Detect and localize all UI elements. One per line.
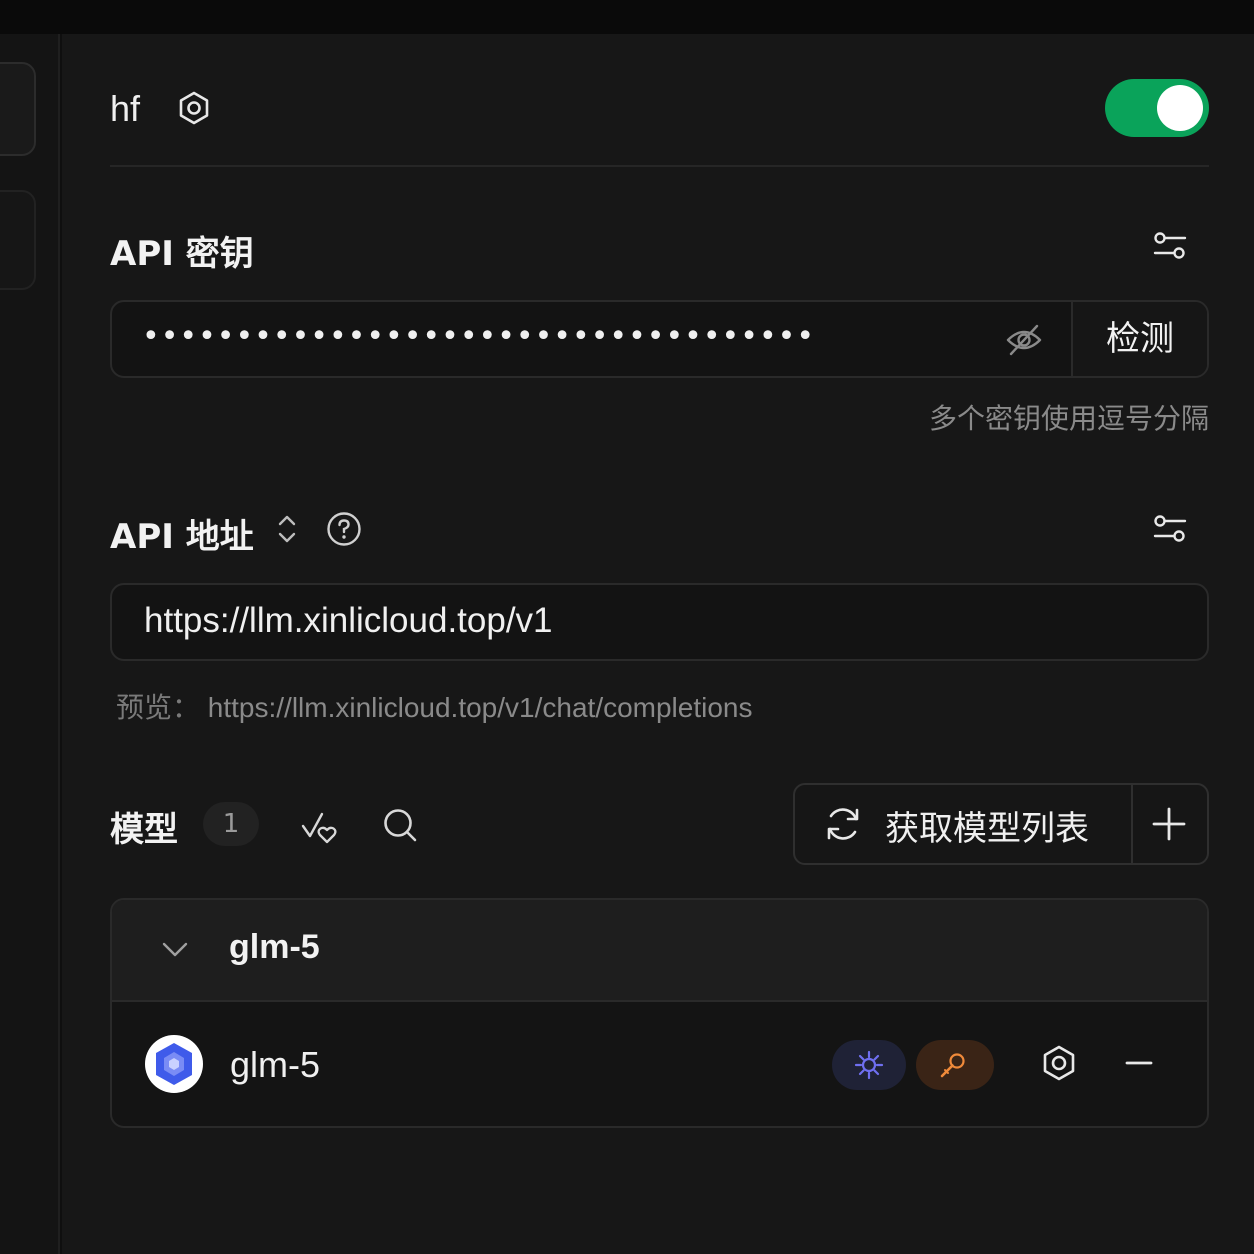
help-icon[interactable]	[326, 511, 362, 547]
window-top-bar	[0, 0, 1254, 34]
provider-name: hf	[110, 88, 141, 129]
model-group-name: glm-5	[229, 928, 320, 966]
fetch-models-group: 获取模型列表	[793, 783, 1209, 865]
plus-icon	[1152, 807, 1186, 841]
api-key-settings-icon[interactable]	[1152, 228, 1188, 264]
header-divider	[110, 165, 1209, 167]
provider-list-item-selected[interactable]	[0, 62, 36, 156]
check-api-key-button[interactable]: 检测	[1071, 302, 1207, 376]
model-group: glm-5 glm-5	[110, 898, 1209, 1128]
remove-model-icon[interactable]	[1120, 1044, 1158, 1082]
chevron-up-down-icon[interactable]	[270, 510, 304, 548]
add-model-button[interactable]	[1131, 785, 1207, 863]
fetch-model-list-label: 获取模型列表	[885, 809, 1089, 849]
vision-capability-badge	[832, 1040, 906, 1090]
preview-url: https://llm.xinlicloud.top/v1/chat/compl…	[207, 692, 753, 723]
api-url-input[interactable]: https://llm.xinlicloud.top/v1	[110, 583, 1209, 661]
provider-list-item[interactable]	[0, 190, 36, 290]
model-avatar-icon	[145, 1035, 203, 1093]
fetch-model-list-button[interactable]: 获取模型列表	[795, 785, 1133, 863]
model-health-check-icon[interactable]	[300, 806, 340, 846]
model-settings-icon[interactable]	[1040, 1044, 1078, 1082]
models-title: 模型	[110, 810, 178, 850]
model-name: glm-5	[230, 1044, 321, 1085]
eye-off-icon[interactable]	[1004, 320, 1044, 360]
api-url-value: https://llm.xinlicloud.top/v1	[144, 601, 553, 640]
api-url-preview: 预览： https://llm.xinlicloud.top/v1/chat/c…	[116, 686, 753, 726]
provider-enabled-toggle[interactable]	[1105, 79, 1209, 137]
chevron-down-icon[interactable]	[158, 932, 192, 966]
vision-icon	[854, 1050, 884, 1080]
api-key-title: API 密钥	[110, 234, 254, 274]
refresh-icon	[827, 808, 859, 840]
model-row: glm-5	[112, 1002, 1207, 1126]
tool-icon	[940, 1053, 965, 1078]
api-key-masked-value: ••••••••••••••••••••••••••••••••••••	[142, 319, 816, 354]
api-url-settings-icon[interactable]	[1152, 511, 1188, 547]
provider-settings-icon[interactable]	[176, 90, 212, 126]
provider-list-sidebar	[0, 34, 60, 1254]
tool-capability-badge	[916, 1040, 994, 1090]
provider-settings-panel: hf API 密钥 ••••••••••••••••••••••••••••••…	[62, 34, 1254, 1254]
api-key-hint: 多个密钥使用逗号分隔	[928, 402, 1209, 435]
api-key-input[interactable]: •••••••••••••••••••••••••••••••••••• 检测	[110, 300, 1209, 378]
model-group-header[interactable]: glm-5	[112, 900, 1207, 1002]
preview-label: 预览：	[116, 692, 201, 723]
toggle-knob	[1157, 85, 1203, 131]
model-count-badge: 1	[203, 802, 259, 846]
api-url-title: API 地址	[110, 517, 254, 557]
search-icon[interactable]	[380, 805, 420, 845]
